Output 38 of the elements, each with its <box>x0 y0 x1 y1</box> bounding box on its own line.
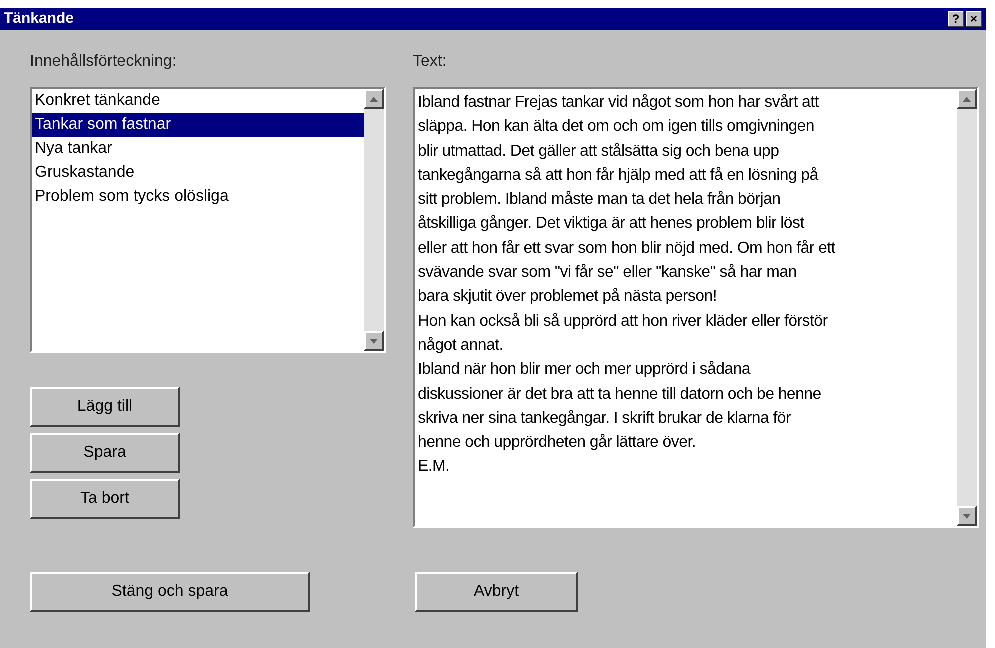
text-line: sitt problem. Ibland måste man ta det hela från början <box>418 190 782 210</box>
scroll-up-icon[interactable] <box>957 89 977 109</box>
list-item[interactable]: Gruskastande <box>32 161 364 185</box>
window-title: Tänkande <box>4 8 74 29</box>
text-line: E.M. <box>418 457 451 478</box>
text-line: blir utmattad. Det gäller att stålsätta sig och bena upp <box>418 142 780 162</box>
text-line: åtskilliga gånger. Det viktiga är att henes problem blir löst <box>418 214 806 234</box>
list-item[interactable]: Konkret tänkande <box>32 89 364 113</box>
action-button[interactable]: Lägg till <box>30 387 180 427</box>
text-line: svävande svar som "vi får se" eller "kanske" så har man <box>418 263 798 284</box>
contents-label: Innehållsförteckning: <box>30 52 178 72</box>
cancel-button[interactable]: Avbryt <box>415 572 578 612</box>
close-and-save-button[interactable]: Stäng och spara <box>30 572 310 612</box>
list-item[interactable]: Problem som tycks olösliga <box>32 185 364 209</box>
close-button[interactable]: × <box>966 11 982 27</box>
action-button[interactable]: Ta bort <box>30 479 180 519</box>
help-button[interactable]: ? <box>948 11 964 27</box>
text-line: Hon kan också bli så upprörd att hon river kläder eller förstör <box>418 312 829 332</box>
scroll-down-icon[interactable] <box>957 506 977 526</box>
text-line: henne och upprördheten går lättare över. <box>418 433 697 454</box>
text-line: eller att hon får ett svar som hon blir nöjd med. Om hon får ett <box>418 238 837 259</box>
list-item[interactable]: Nya tankar <box>32 137 364 161</box>
text-line: släppa. Hon kan älta det om och om igen tills omgivningen <box>418 117 816 138</box>
text-line: Ibland när hon blir mer och mer upprörd i sådana <box>418 360 752 380</box>
text-line: Ibland fastnar Frejas tankar vid något som hon har svårt att <box>418 93 820 113</box>
text-line: något annat. <box>418 336 504 356</box>
scroll-up-icon[interactable] <box>364 89 384 109</box>
list-item[interactable]: Tankar som fastnar <box>32 113 364 137</box>
text-label: Text: <box>413 52 448 72</box>
text-line: diskussioner är det bra att ta henne till datorn och be henne <box>418 384 822 405</box>
scrollbar[interactable] <box>957 89 977 526</box>
text-line: skriva ner sina tankegångar. I skrift brukar de klarna för <box>418 408 792 429</box>
scrollbar[interactable] <box>364 89 384 351</box>
text-line: bara skjutit över problemet på nästa person! <box>418 287 718 308</box>
action-button[interactable]: Spara <box>30 433 180 473</box>
scroll-down-icon[interactable] <box>364 331 384 351</box>
text-line: tankegångarna så att hon får hjälp med att få en lösning på <box>418 166 820 186</box>
text-area[interactable] <box>413 87 979 528</box>
